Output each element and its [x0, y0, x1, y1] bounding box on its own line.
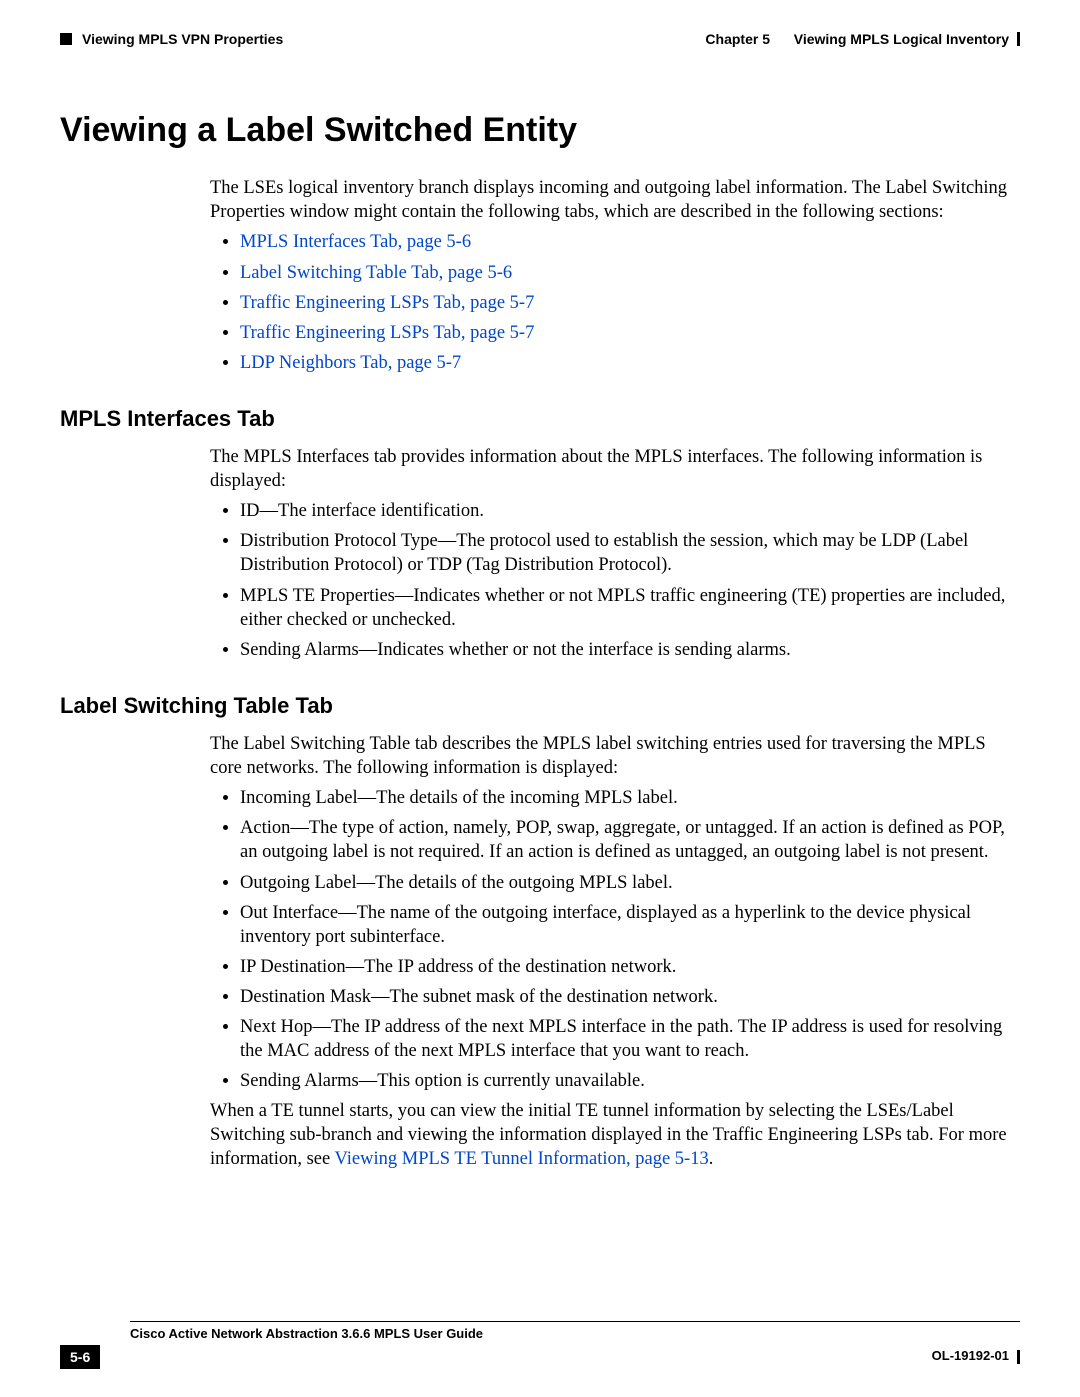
closing-link[interactable]: Viewing MPLS TE Tunnel Information, page…: [335, 1149, 709, 1169]
section2-closing: When a TE tunnel starts, you can view th…: [210, 1099, 1020, 1171]
section1-intro: The MPLS Interfaces tab provides informa…: [210, 445, 1020, 493]
header-marker-icon: [60, 33, 72, 45]
list-item: Next Hop—The IP address of the next MPLS…: [240, 1015, 1020, 1063]
list-item: Sending Alarms—Indicates whether or not …: [240, 638, 1020, 662]
section1-list: ID—The interface identification. Distrib…: [210, 499, 1020, 661]
page-title: Viewing a Label Switched Entity: [60, 108, 1020, 152]
footer-bar-icon: [1017, 1350, 1020, 1364]
section2-intro: The Label Switching Table tab describes …: [210, 732, 1020, 780]
footer-doc-id: OL-19192-01: [932, 1348, 1009, 1365]
toc-link[interactable]: Traffic Engineering LSPs Tab, page 5-7: [240, 293, 534, 313]
page-number-badge: 5-6: [60, 1345, 100, 1369]
closing-post: .: [709, 1149, 714, 1169]
list-item: Out Interface—The name of the outgoing i…: [240, 901, 1020, 949]
header-bar-icon: [1017, 32, 1020, 46]
toc-link[interactable]: Traffic Engineering LSPs Tab, page 5-7: [240, 323, 534, 343]
page-footer: Cisco Active Network Abstraction 3.6.6 M…: [60, 1321, 1020, 1369]
section-heading-label-switching: Label Switching Table Tab: [60, 692, 1020, 721]
section-heading-mpls-interfaces: MPLS Interfaces Tab: [60, 405, 1020, 434]
list-item: Sending Alarms—This option is currently …: [240, 1069, 1020, 1093]
list-item: Distribution Protocol Type—The protocol …: [240, 529, 1020, 577]
intro-paragraph: The LSEs logical inventory branch displa…: [210, 176, 1020, 224]
list-item: Destination Mask—The subnet mask of the …: [240, 985, 1020, 1009]
header-chapter-label: Chapter 5: [705, 30, 770, 48]
list-item: MPLS TE Properties—Indicates whether or …: [240, 584, 1020, 632]
section2-list: Incoming Label—The details of the incomi…: [210, 786, 1020, 1093]
toc-link[interactable]: MPLS Interfaces Tab, page 5-6: [240, 232, 471, 252]
toc-link-list: MPLS Interfaces Tab, page 5-6 Label Swit…: [210, 230, 1020, 374]
list-item: ID—The interface identification.: [240, 499, 1020, 523]
toc-link[interactable]: LDP Neighbors Tab, page 5-7: [240, 353, 461, 373]
header-section-label: Viewing MPLS VPN Properties: [82, 30, 283, 48]
list-item: Action—The type of action, namely, POP, …: [240, 816, 1020, 864]
list-item: IP Destination—The IP address of the des…: [240, 955, 1020, 979]
list-item: Incoming Label—The details of the incomi…: [240, 786, 1020, 810]
page-header: Viewing MPLS VPN Properties Chapter 5 Vi…: [60, 30, 1020, 48]
footer-guide-title: Cisco Active Network Abstraction 3.6.6 M…: [130, 1326, 483, 1343]
header-chapter-title: Viewing MPLS Logical Inventory: [794, 30, 1009, 48]
list-item: Outgoing Label—The details of the outgoi…: [240, 871, 1020, 895]
toc-link[interactable]: Label Switching Table Tab, page 5-6: [240, 263, 512, 283]
